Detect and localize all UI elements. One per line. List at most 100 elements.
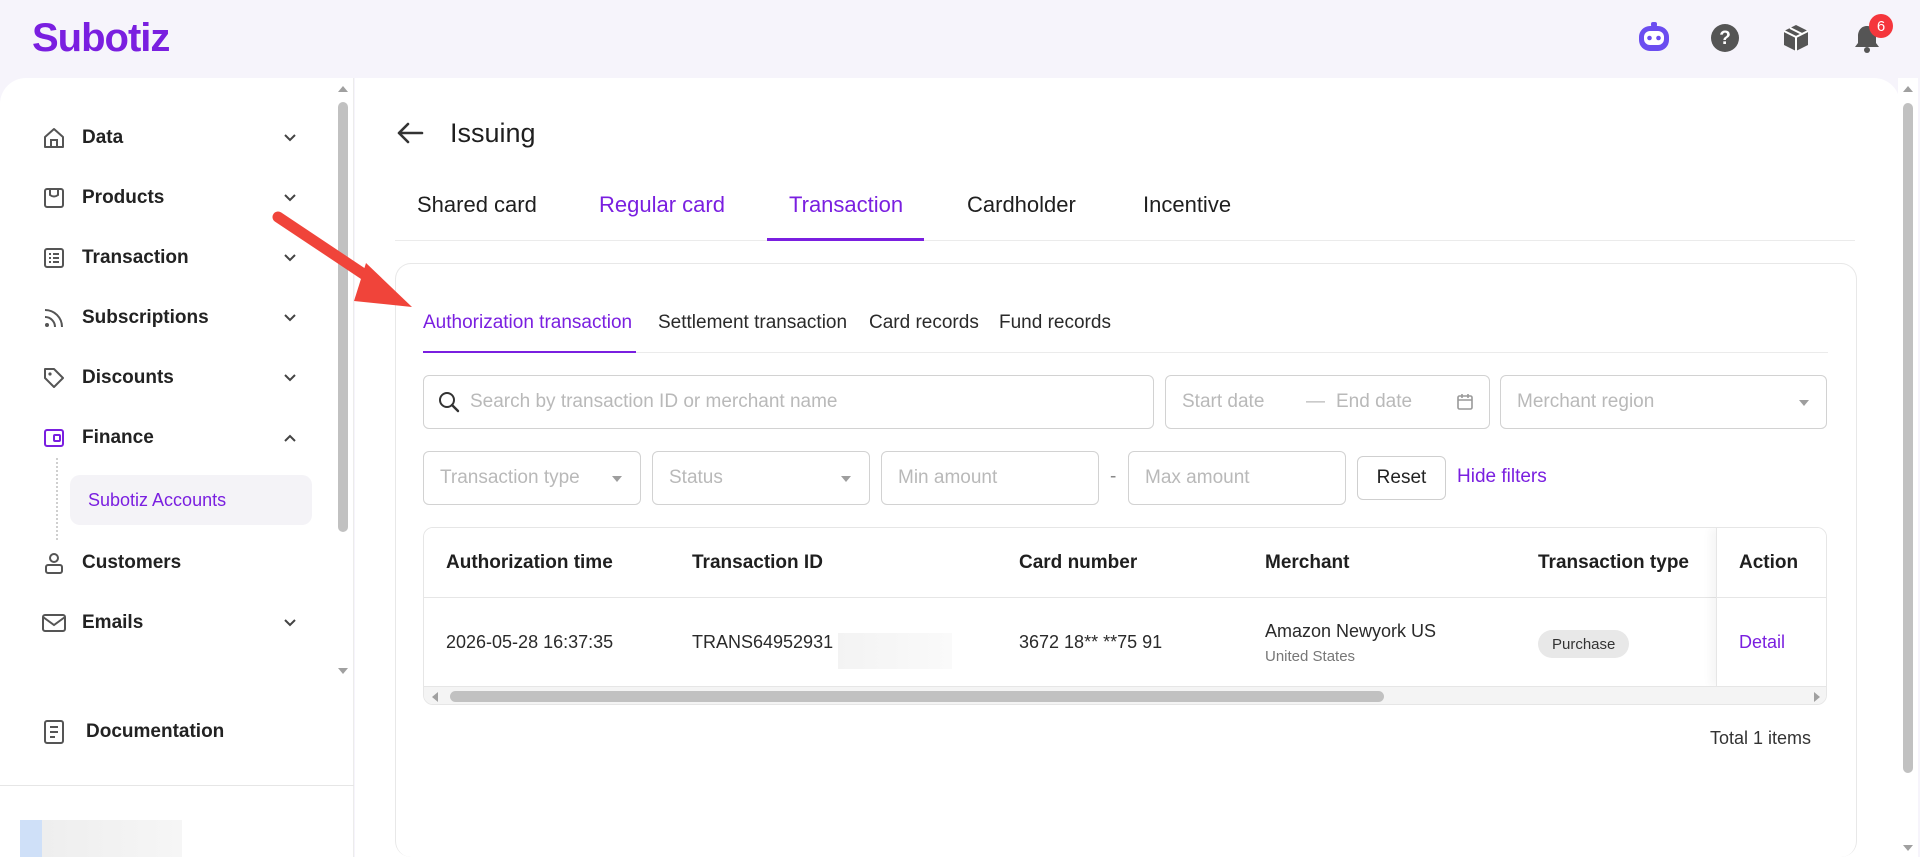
transaction-id-cell: TRANS64952931 xyxy=(692,632,834,652)
sidebar-item-emails[interactable]: Emails xyxy=(40,603,300,643)
sidebar-item-subotiz-accounts[interactable]: Subotiz Accounts xyxy=(70,475,312,525)
sidebar-item-subscriptions[interactable]: Subscriptions xyxy=(40,298,300,338)
tab-cardholder[interactable]: Cardholder xyxy=(967,185,1076,241)
end-date-placeholder: End date xyxy=(1336,391,1413,412)
merchant-region-placeholder: Merchant region xyxy=(1517,391,1655,412)
caret-down-icon xyxy=(1799,400,1809,406)
account-info xyxy=(42,820,182,857)
scroll-right-icon[interactable] xyxy=(1810,688,1824,705)
merchant-region-cell: United States xyxy=(1265,648,1356,665)
max-amount-placeholder: Max amount xyxy=(1145,467,1250,488)
subtab-authorization-transaction[interactable]: Authorization transaction xyxy=(423,312,632,334)
document-icon xyxy=(40,718,68,746)
subtab-settlement-transaction[interactable]: Settlement transaction xyxy=(658,312,847,334)
user-icon xyxy=(40,549,68,577)
detail-link[interactable]: Detail xyxy=(1739,632,1785,653)
subtab-fund-records[interactable]: Fund records xyxy=(999,312,1111,334)
start-date-placeholder: Start date xyxy=(1182,391,1265,412)
chevron-up-icon xyxy=(280,428,300,448)
column-header-merchant: Merchant xyxy=(1265,552,1350,573)
chevron-down-icon xyxy=(280,128,300,148)
tab-regular-card[interactable]: Regular card xyxy=(599,185,725,241)
page-title: Issuing xyxy=(450,118,536,148)
rss-icon xyxy=(40,304,68,332)
sidebar-item-transaction[interactable]: Transaction xyxy=(40,238,300,278)
column-header-card-number: Card number xyxy=(1019,552,1138,573)
caret-down-icon xyxy=(841,476,851,482)
scroll-down-icon[interactable] xyxy=(1898,841,1918,855)
sidebar-item-customers[interactable]: Customers xyxy=(40,543,300,583)
search-icon xyxy=(438,391,460,413)
calendar-icon xyxy=(1456,393,1474,411)
date-range-separator: — xyxy=(1306,391,1325,412)
scroll-up-icon[interactable] xyxy=(1898,82,1918,96)
brand-logo[interactable]: Subotiz xyxy=(32,16,170,61)
tag-icon xyxy=(40,364,68,392)
chevron-down-icon xyxy=(280,613,300,633)
bell-icon[interactable]: 6 xyxy=(1849,14,1893,56)
tab-incentive[interactable]: Incentive xyxy=(1143,185,1231,241)
active-subtab-indicator xyxy=(423,351,636,353)
sidebar-scrollbar[interactable] xyxy=(334,82,352,678)
column-header-transaction-id: Transaction ID xyxy=(692,552,823,573)
transaction-type-placeholder: Transaction type xyxy=(440,467,580,488)
store-icon xyxy=(40,184,68,212)
sidebar-item-label: Customers xyxy=(82,552,182,573)
sidebar-item-label: Products xyxy=(82,187,165,208)
sidebar-item-discounts[interactable]: Discounts xyxy=(40,358,300,398)
sidebar-item-label: Finance xyxy=(82,427,154,448)
table-header: Authorization time Transaction ID Card n… xyxy=(424,528,1826,598)
sidebar-item-label: Transaction xyxy=(82,247,189,268)
sidebar-item-label: Emails xyxy=(82,612,144,633)
card-number-cell: 3672 18** **75 91 xyxy=(1019,632,1163,652)
tab-shared-card[interactable]: Shared card xyxy=(417,185,537,241)
max-amount-input[interactable]: Max amount xyxy=(1128,451,1346,505)
help-icon[interactable]: ? xyxy=(1707,20,1743,56)
reset-button[interactable]: Reset xyxy=(1357,456,1446,500)
notification-badge: 6 xyxy=(1869,14,1893,38)
back-arrow-icon[interactable] xyxy=(395,118,425,148)
sidebar-item-data[interactable]: Data xyxy=(40,118,300,158)
amount-range-separator: - xyxy=(1110,466,1117,487)
search-input[interactable]: Search by transaction ID or merchant nam… xyxy=(423,375,1154,429)
scroll-down-icon[interactable] xyxy=(334,664,352,678)
min-amount-placeholder: Min amount xyxy=(898,467,998,488)
main-tabs: Shared card Regular card Transaction Car… xyxy=(395,185,1855,241)
total-items-count: Total 1 items xyxy=(1710,728,1812,748)
package-icon[interactable] xyxy=(1778,20,1814,56)
sidebar-scroll-thumb[interactable] xyxy=(338,102,348,532)
merchant-name-cell: Amazon Newyork US xyxy=(1265,621,1437,641)
date-range-picker[interactable]: Start date — End date xyxy=(1165,375,1490,429)
account-avatar[interactable] xyxy=(20,820,42,857)
main-scroll-thumb[interactable] xyxy=(1903,103,1913,773)
transaction-type-select[interactable]: Transaction type xyxy=(423,451,641,505)
column-header-transaction-type: Transaction type xyxy=(1538,552,1689,573)
merchant-region-select[interactable]: Merchant region xyxy=(1500,375,1827,429)
tree-line xyxy=(56,458,58,540)
tab-transaction[interactable]: Transaction xyxy=(789,185,903,241)
scroll-up-icon[interactable] xyxy=(334,82,352,96)
bot-icon[interactable] xyxy=(1636,20,1672,56)
transactions-table: Authorization time Transaction ID Card n… xyxy=(423,527,1827,705)
subtab-card-records[interactable]: Card records xyxy=(869,312,979,334)
action-column-divider xyxy=(1716,528,1826,686)
table-horizontal-scrollbar[interactable] xyxy=(424,686,1826,705)
authorization-time-cell: 2026-05-28 16:37:35 xyxy=(446,632,614,652)
sidebar-item-finance[interactable]: Finance xyxy=(40,418,300,458)
sidebar-item-label: Subscriptions xyxy=(82,307,209,328)
table-scroll-thumb[interactable] xyxy=(450,691,1384,702)
status-placeholder: Status xyxy=(669,467,723,488)
sidebar-item-products[interactable]: Products xyxy=(40,178,300,218)
main-scrollbar[interactable] xyxy=(1898,78,1918,857)
annotation-arrow xyxy=(272,211,412,307)
sidebar-item-documentation[interactable]: Documentation xyxy=(40,712,300,752)
status-select[interactable]: Status xyxy=(652,451,870,505)
hide-filters-link[interactable]: Hide filters xyxy=(1457,466,1547,488)
sidebar-item-label: Discounts xyxy=(82,367,174,388)
scroll-left-icon[interactable] xyxy=(428,688,442,705)
min-amount-input[interactable]: Min amount xyxy=(881,451,1099,505)
home-icon xyxy=(40,124,68,152)
sidebar-item-label: Data xyxy=(82,127,124,148)
mail-icon xyxy=(40,609,68,637)
search-placeholder: Search by transaction ID or merchant nam… xyxy=(470,391,838,412)
